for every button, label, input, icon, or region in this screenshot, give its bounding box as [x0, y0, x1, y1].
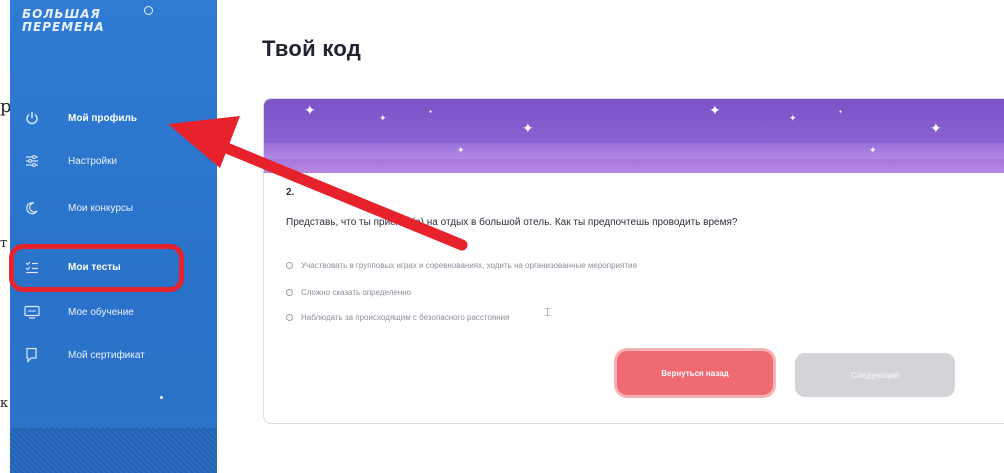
card-banner: ✦ ✦ ● ✦ ✦ ✦ ✦ ● ✦ ✦ — [264, 99, 1004, 173]
annotation-highlight-ring — [9, 244, 184, 292]
sparkle-icon: ✦ — [789, 113, 797, 123]
monitor-icon — [24, 304, 40, 320]
answer-option-2[interactable]: Сложно сказать определенно — [286, 288, 411, 297]
answer-option-1[interactable]: Участвовать в групповых играх и соревнов… — [286, 261, 637, 270]
logo[interactable]: БОЛЬШАЯ ПЕРЕМЕНА — [22, 8, 105, 34]
answer-option-label: Наблюдать за происходящим с безопасного … — [301, 313, 510, 322]
certificate-icon — [24, 347, 40, 363]
sidebar-item-label: Настройки — [68, 155, 118, 167]
question-text: Представь, что ты приехал(а) на отдых в … — [286, 217, 738, 228]
sidebar-item-label: Мои конкурсы — [68, 202, 134, 214]
banner-stripe — [264, 143, 1004, 159]
question-number: 2. — [286, 187, 295, 198]
page-edge-char: т — [0, 236, 8, 251]
sparkle-icon: ✦ — [709, 102, 721, 118]
sidebar: БОЛЬШАЯ ПЕРЕМЕНА Мой профиль Настройки М… — [10, 0, 217, 473]
sidebar-item-label: Мой профиль — [68, 112, 138, 124]
page-edge-char: к — [0, 396, 9, 411]
answer-option-label: Сложно сказать определенно — [301, 288, 412, 297]
answer-option-3[interactable]: Наблюдать за происходящим с безопасного … — [286, 313, 509, 322]
sidebar-item-profile[interactable]: Мой профиль — [10, 103, 217, 133]
logo-line2: ПЕРЕМЕНА — [22, 20, 105, 34]
next-button[interactable]: Следующий — [795, 353, 955, 397]
radio-button[interactable] — [286, 262, 293, 269]
sparkle-icon: ✦ — [379, 113, 387, 123]
answer-option-label: Участвовать в групповых играх и соревнов… — [301, 261, 637, 270]
decorative-dot — [160, 396, 163, 399]
page-title: Твой код — [262, 36, 362, 61]
sidebar-item-learning[interactable]: Мое обучение — [10, 297, 217, 327]
sidebar-footer — [10, 428, 217, 473]
radio-button[interactable] — [286, 289, 293, 296]
sliders-icon — [24, 153, 40, 169]
sparkle-icon: ✦ — [304, 102, 316, 118]
back-button[interactable]: Вернуться назад — [617, 351, 773, 395]
power-icon — [24, 110, 40, 126]
sidebar-item-label: Мой сертификат — [68, 349, 145, 361]
sparkle-icon: ✦ — [522, 120, 534, 136]
radio-button[interactable] — [286, 314, 293, 321]
sparkle-icon: ● — [839, 109, 843, 115]
question-card: ✦ ✦ ● ✦ ✦ ✦ ✦ ● ✦ ✦ 2. Представь, что ты… — [263, 98, 1004, 424]
sparkle-icon: ● — [429, 109, 433, 115]
logo-ring-icon — [144, 6, 153, 15]
crescent-icon — [24, 200, 40, 216]
sidebar-item-label: Мое обучение — [68, 306, 134, 318]
sparkle-icon: ✦ — [457, 145, 465, 155]
sparkle-icon: ✦ — [869, 145, 877, 155]
sidebar-item-settings[interactable]: Настройки — [10, 146, 217, 176]
sidebar-item-contests[interactable]: Мои конкурсы — [10, 193, 217, 223]
sidebar-item-certificate[interactable]: Мой сертификат — [10, 340, 217, 370]
sparkle-icon: ✦ — [930, 120, 942, 136]
text-cursor-icon: ⌶ — [544, 305, 552, 319]
